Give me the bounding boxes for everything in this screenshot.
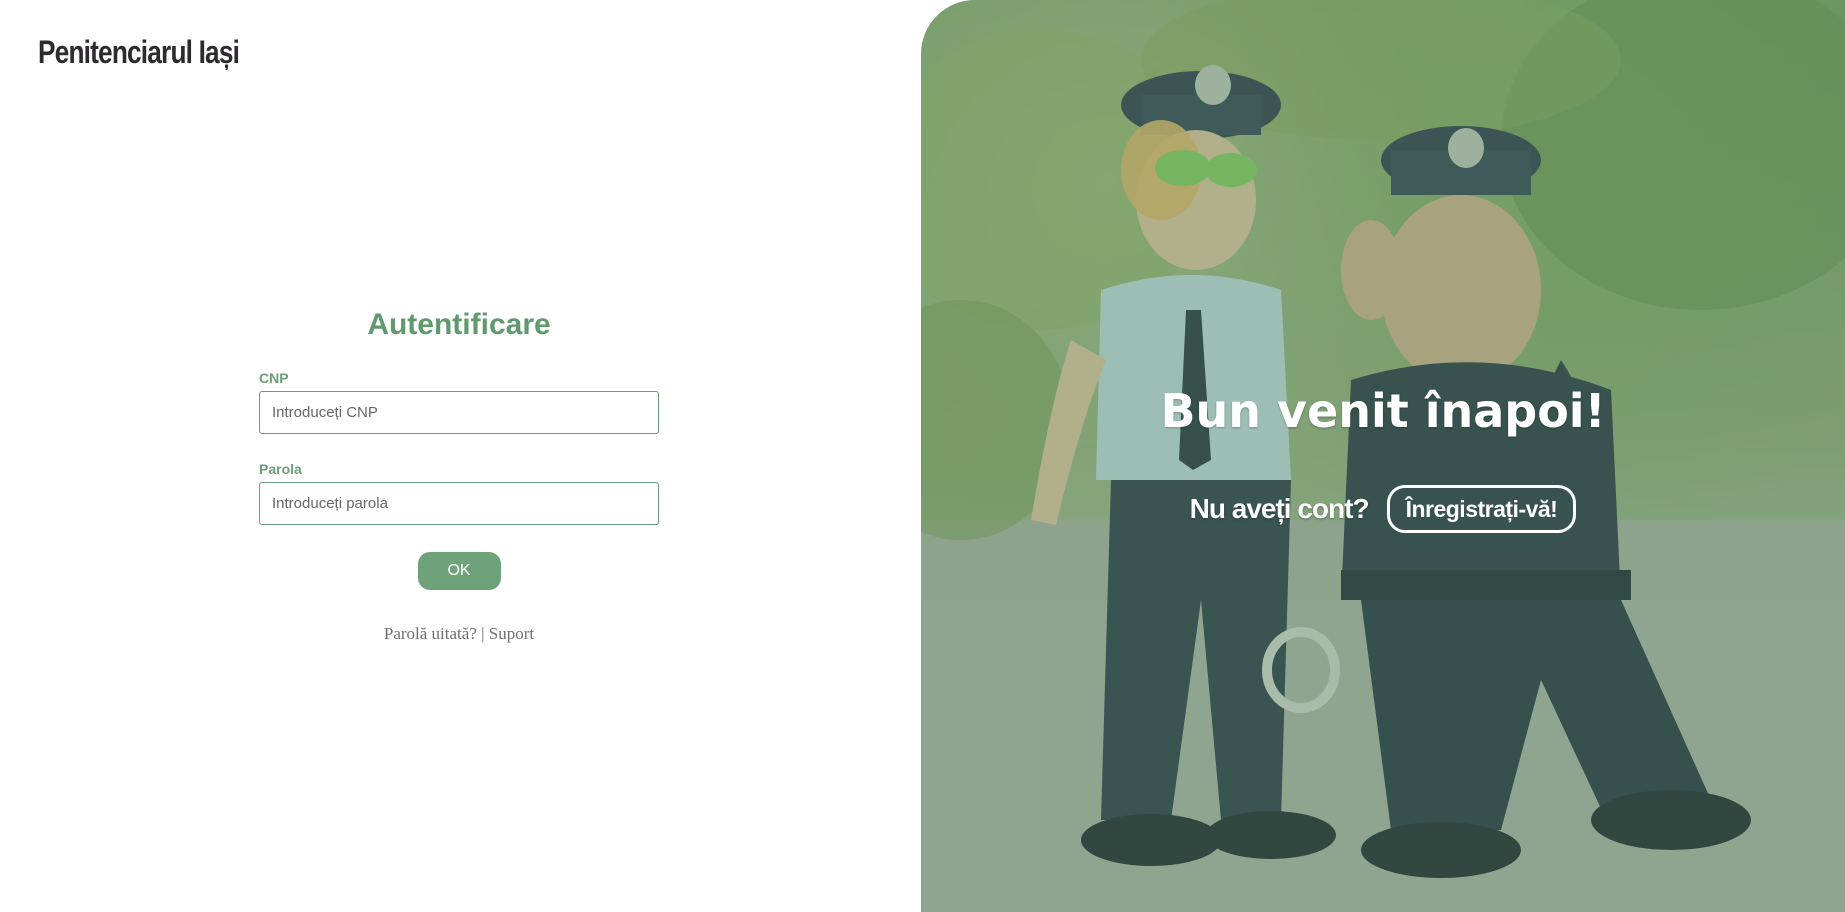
brand-logo[interactable]: Penitenciarul Iași (38, 34, 240, 71)
links-separator: | (481, 624, 485, 643)
register-button[interactable]: Înregistrați-vă! (1386, 485, 1577, 533)
cnp-input[interactable] (259, 391, 659, 434)
password-label: Parola (259, 461, 302, 477)
login-page: Penitenciarul Iași Autentificare CNP Par… (0, 0, 1845, 912)
login-form: Autentificare CNP Parola OK Parolă uitat… (259, 300, 659, 644)
login-panel: Penitenciarul Iași Autentificare CNP Par… (0, 0, 921, 912)
welcome-title: Bun venit înapoi! (1160, 384, 1606, 438)
support-link[interactable]: Suport (489, 624, 534, 643)
forgot-password-link[interactable]: Parolă uitată? (384, 624, 477, 643)
ok-button[interactable]: OK (417, 552, 501, 590)
password-input[interactable] (259, 482, 659, 525)
no-account-text: Nu aveți cont? (1189, 493, 1370, 524)
help-links: Parolă uitată? | Suport (259, 624, 659, 644)
welcome-panel: Bun venit înapoi! Nu aveți cont? Înregis… (921, 0, 1845, 912)
login-title: Autentificare (367, 308, 551, 341)
submit-wrapper: OK (259, 552, 659, 590)
cnp-label: CNP (259, 370, 289, 386)
signup-row: Nu aveți cont? Înregistrați-vă! (921, 485, 1845, 533)
green-overlay (921, 0, 1845, 912)
